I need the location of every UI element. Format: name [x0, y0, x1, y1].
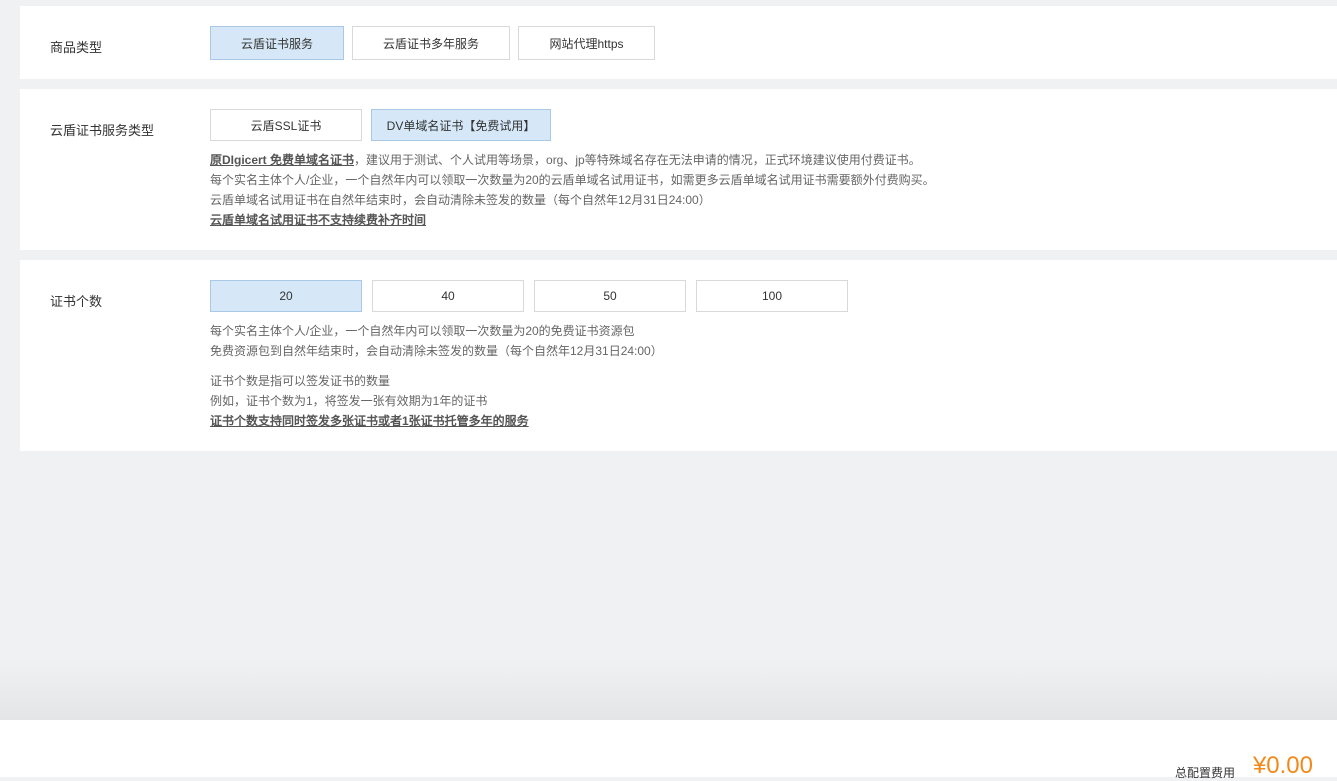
- option-count-50[interactable]: 50: [534, 280, 686, 312]
- product-type-label: 商品类型: [50, 37, 102, 56]
- option-count-20[interactable]: 20: [210, 280, 362, 312]
- cert-count-panel: 证书个数 20 40 50 100 每个实名主体个人/企业，一个自然年内可以领取…: [20, 260, 1337, 451]
- option-website-proxy-https[interactable]: 网站代理https: [518, 26, 655, 60]
- no-renewal-link[interactable]: 云盾单域名试用证书不支持续费补齐时间: [210, 213, 426, 227]
- service-type-note-1: 原DIgicert 免费单域名证书，建议用于测试、个人试用等场景，org、jp等…: [210, 150, 921, 170]
- footer-bar: 总配置费用 ¥0.00: [0, 720, 1337, 777]
- cert-count-label: 证书个数: [50, 291, 102, 310]
- service-type-panel: 云盾证书服务类型 云盾SSL证书 DV单域名证书【免费试用】 原DIgicert…: [20, 89, 1337, 250]
- service-type-label: 云盾证书服务类型: [50, 120, 154, 139]
- cert-count-note-4: 例如，证书个数为1，将签发一张有效期为1年的证书: [210, 391, 487, 411]
- option-yundun-cert-multiyear[interactable]: 云盾证书多年服务: [352, 26, 510, 60]
- service-type-note-1-text: ，建议用于测试、个人试用等场景，org、jp等特殊域名存在无法申请的情况，正式环…: [354, 153, 921, 167]
- footer-shadow: [0, 660, 1337, 720]
- digicert-free-cert-link[interactable]: 原DIgicert 免费单域名证书: [210, 153, 354, 167]
- service-type-note-4: 云盾单域名试用证书不支持续费补齐时间: [210, 210, 426, 230]
- option-count-100[interactable]: 100: [696, 280, 848, 312]
- total-config-fee-label: 总配置费用: [1175, 764, 1235, 781]
- option-dv-single-domain-free[interactable]: DV单域名证书【免费试用】: [371, 109, 551, 141]
- product-type-panel: 商品类型 云盾证书服务 云盾证书多年服务 网站代理https: [20, 6, 1337, 79]
- total-price: ¥0.00: [1253, 752, 1313, 780]
- cert-count-note-5: 证书个数支持同时签发多张证书或者1张证书托管多年的服务: [210, 411, 529, 431]
- option-count-40[interactable]: 40: [372, 280, 524, 312]
- option-yundun-cert-service[interactable]: 云盾证书服务: [210, 26, 344, 60]
- cert-count-note-3: 证书个数是指可以签发证书的数量: [210, 371, 390, 391]
- cert-count-note-2: 免费资源包到自然年结束时，会自动清除未签发的数量（每个自然年12月31日24:0…: [210, 341, 663, 361]
- cert-count-note-1: 每个实名主体个人/企业，一个自然年内可以领取一次数量为20的免费证书资源包: [210, 321, 635, 341]
- multi-cert-service-link[interactable]: 证书个数支持同时签发多张证书或者1张证书托管多年的服务: [210, 414, 529, 428]
- service-type-note-2: 每个实名主体个人/企业，一个自然年内可以领取一次数量为20的云盾单域名试用证书，…: [210, 170, 935, 190]
- option-yundun-ssl-cert[interactable]: 云盾SSL证书: [210, 109, 362, 141]
- service-type-note-3: 云盾单域名试用证书在自然年结束时，会自动清除未签发的数量（每个自然年12月31日…: [210, 190, 711, 210]
